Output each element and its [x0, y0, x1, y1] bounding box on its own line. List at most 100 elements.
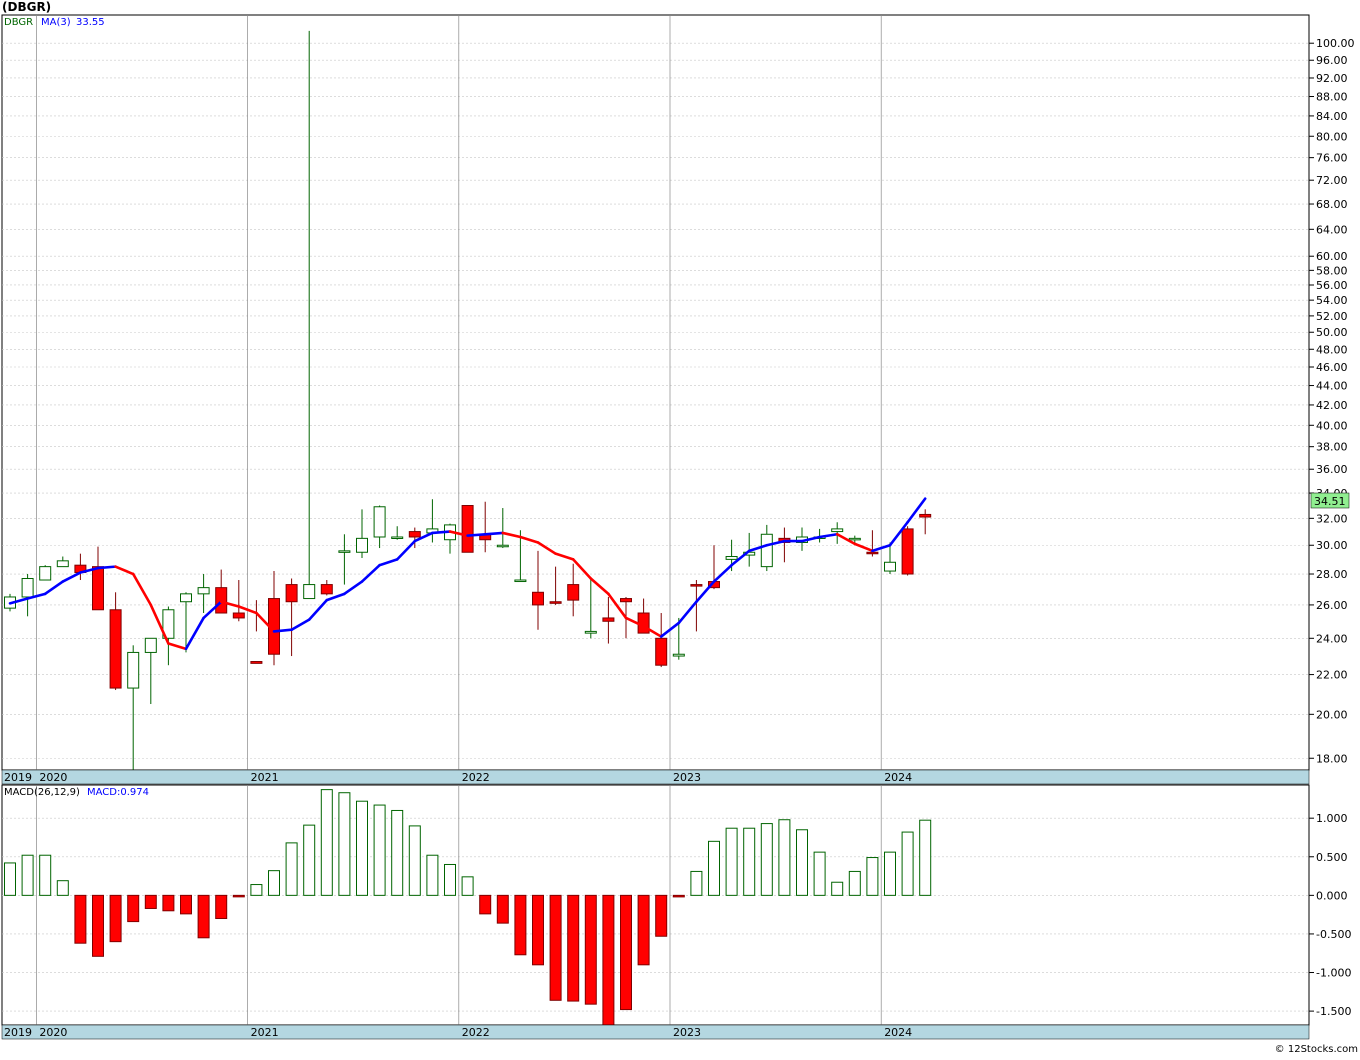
price-tick-label: 68.00 [1316, 198, 1348, 211]
macd-tick-label: -0.500 [1316, 928, 1351, 941]
ma-segment [466, 532, 487, 537]
candle-body [285, 584, 298, 603]
candle-body [866, 551, 879, 555]
macd-bar [4, 862, 16, 896]
price-x-label: 2023 [673, 771, 701, 784]
macd-bar [848, 870, 861, 896]
candle-body [303, 584, 316, 600]
credit-text: © 12Stocks.com [1275, 1044, 1358, 1055]
price-tick-label: 24.00 [1316, 632, 1348, 645]
candle-body [144, 637, 157, 653]
macd-bar [127, 894, 140, 923]
price-tick-label: 32.00 [1316, 512, 1348, 525]
candle-body [232, 612, 245, 619]
price-tick-label: 92.00 [1316, 72, 1348, 85]
macd-bar [602, 894, 615, 1026]
price-x-axis-band [1, 769, 1310, 785]
chart-stage: (DBGR) 18.00 20.00 22.00 24.00 26.00 28.00 30.… [0, 0, 1360, 1056]
macd-bar [320, 789, 333, 896]
macd-bar [743, 827, 756, 896]
price-tick-label: 100.00 [1316, 37, 1355, 50]
price-tick-label: 84.00 [1316, 110, 1348, 123]
price-legend-ma: MA(3) [41, 17, 71, 28]
macd-bar [549, 894, 562, 1001]
macd-legend-value: MACD:0.974 [87, 787, 149, 798]
macd-bar [373, 804, 386, 896]
price-tick-label: 48.00 [1316, 343, 1348, 356]
candle-body [338, 550, 351, 553]
macd-bar [760, 823, 773, 896]
last-price-text: 34.51 [1314, 495, 1346, 508]
price-tick-label: 50.00 [1316, 326, 1348, 339]
macd-bar [637, 894, 650, 966]
stock-chart: (DBGR) 18.00 20.00 22.00 24.00 26.00 28.00 30.… [0, 0, 1360, 1056]
price-tick-label: 42.00 [1316, 399, 1348, 412]
candle-body [180, 593, 192, 603]
macd-bar [708, 840, 720, 896]
macd-bar [796, 829, 808, 896]
candle-body [127, 651, 140, 689]
macd-tick-label: 1.000 [1316, 812, 1348, 825]
price-tick-label: 46.00 [1316, 361, 1348, 374]
candle-body [56, 560, 69, 568]
macd-x-label: 2020 [39, 1026, 67, 1039]
candle-body [672, 653, 685, 657]
ma-segment [431, 530, 452, 535]
macd-bar [655, 894, 668, 937]
macd-x-axis-band [1, 1024, 1310, 1040]
macd-x-label: 2022 [462, 1026, 490, 1039]
macd-bar [884, 851, 896, 896]
price-tick-label: 76.00 [1316, 152, 1348, 165]
candle-body [514, 579, 527, 583]
price-tick-label: 44.00 [1316, 380, 1348, 393]
macd-bar [21, 854, 34, 896]
candle-body [197, 587, 210, 595]
candle [901, 526, 914, 576]
candle-body [320, 584, 333, 595]
price-tick-label: 30.00 [1316, 539, 1348, 552]
macd-tick-label: -1.000 [1316, 967, 1351, 980]
candle-body [760, 533, 773, 568]
price-x-label: 2019 [4, 771, 32, 784]
macd-bar [285, 842, 298, 896]
candle-body [848, 537, 861, 541]
macd-bar [162, 894, 175, 912]
macd-bar [690, 870, 703, 896]
ma-segment [96, 565, 117, 570]
macd-bar [461, 876, 474, 896]
macd-bar [303, 824, 316, 896]
candle-body [584, 630, 597, 634]
macd-bar [338, 792, 351, 896]
candle-body [620, 598, 632, 603]
candle-body [831, 528, 844, 533]
macd-bar [831, 881, 844, 896]
macd-bar [901, 831, 914, 896]
price-legend-ma-value: 33.55 [76, 17, 105, 28]
macd-tick-label: 0.500 [1316, 851, 1348, 864]
ma-segment [483, 531, 505, 536]
macd-x-label: 2023 [673, 1026, 701, 1039]
macd-bar [391, 809, 404, 896]
macd-bar [426, 854, 439, 896]
macd-bar [919, 819, 932, 896]
price-tick-label: 64.00 [1316, 223, 1348, 236]
candle-body [408, 531, 421, 538]
price-tick-label: 38.00 [1316, 441, 1348, 454]
macd-bar [567, 894, 580, 1002]
macd-bar [444, 863, 456, 896]
macd-bar [268, 870, 280, 896]
macd-bar [39, 854, 52, 896]
macd-bar [672, 894, 685, 898]
macd-bar [232, 894, 245, 898]
candle-body [39, 566, 52, 581]
macd-bar [197, 894, 210, 939]
macd-tick-label: -1.500 [1316, 1005, 1351, 1018]
price-tick-label: 22.00 [1316, 669, 1348, 682]
candle [461, 505, 474, 553]
price-tick-label: 20.00 [1316, 708, 1348, 721]
macd-bar [250, 884, 263, 896]
macd-x-label: 2021 [251, 1026, 279, 1039]
macd-bar [215, 894, 228, 920]
macd-bar [180, 894, 192, 915]
macd-tick-label: 0.000 [1316, 889, 1348, 902]
